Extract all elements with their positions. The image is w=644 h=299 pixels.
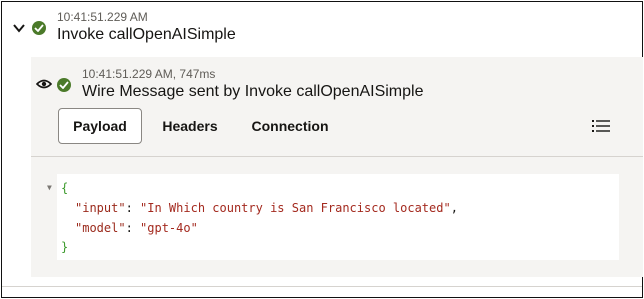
eye-icon[interactable]	[36, 78, 52, 90]
code-line: "input": "In Which country is San Franci…	[75, 201, 458, 215]
code-line: {	[61, 181, 69, 195]
code-line: }	[61, 240, 69, 254]
fold-triangle-icon[interactable]: ▼	[47, 183, 52, 192]
tab-headers[interactable]: Headers	[150, 108, 230, 144]
payload-viewer: ▼ { "input": "In Which country is San Fr…	[47, 174, 619, 260]
tab-connection[interactable]: Connection	[240, 108, 340, 144]
check-circle-icon	[57, 78, 71, 92]
entry-title: Invoke callOpenAISimple	[57, 26, 236, 43]
code-line: "model": "gpt-4o"	[75, 221, 198, 235]
panel-bottom-divider	[2, 286, 642, 287]
check-circle-icon	[32, 21, 46, 35]
list-icon[interactable]	[592, 119, 610, 133]
message-timestamp: 10:41:51.229 AM, 747ms	[82, 67, 216, 81]
tab-payload[interactable]: Payload	[58, 108, 142, 144]
message-title: Wire Message sent by Invoke callOpenAISi…	[82, 83, 424, 100]
tabs-divider	[31, 156, 643, 157]
entry-timestamp: 10:41:51.229 AM	[57, 10, 148, 24]
chevron-down-icon[interactable]	[12, 22, 26, 34]
